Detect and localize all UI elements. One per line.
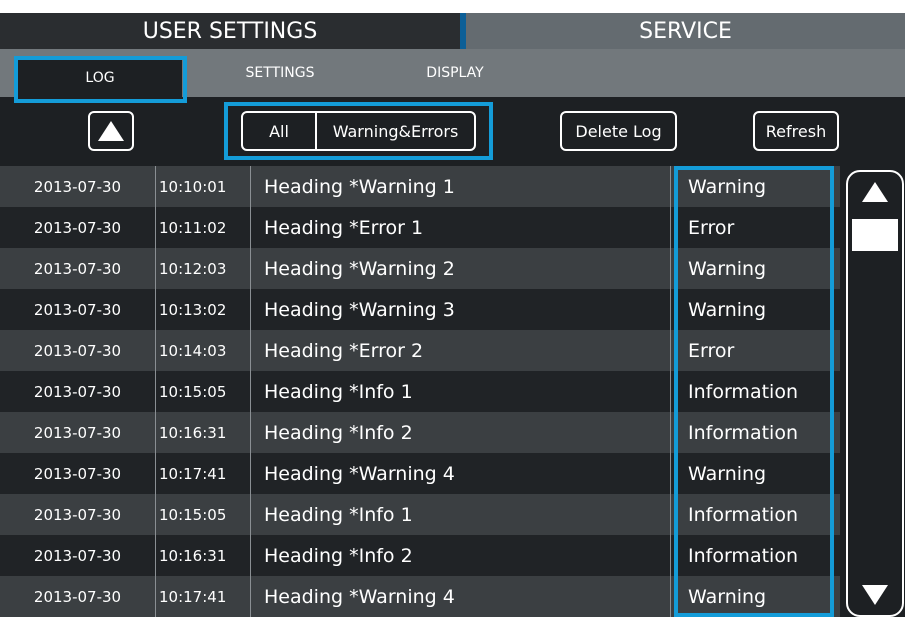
scrollbar[interactable] (846, 170, 904, 617)
table-row[interactable]: 2013-07-30 10:15:05 Heading *Info 1 Informa… (0, 371, 840, 412)
column-divider (670, 166, 671, 617)
service-log-screen: USER SETTINGS SERVICE LOG SETTINGS DISPL… (0, 13, 905, 617)
subtab-log[interactable]: LOG (18, 59, 182, 97)
table-row[interactable]: 2013-07-30 10:12:03 Heading *Warning 2 Warn… (0, 248, 840, 289)
subtab-settings[interactable]: SETTINGS (215, 49, 345, 97)
log-date: 2013-07-30 (33, 259, 122, 278)
table-row[interactable]: 2013-07-30 10:16:31 Heading *Info 2 Informa… (0, 535, 840, 576)
log-time: 10:11:02 (159, 218, 227, 237)
page-up-button[interactable] (88, 111, 134, 151)
log-type: Information (688, 380, 798, 403)
triangle-up-icon[interactable] (862, 182, 888, 202)
log-type: Warning (688, 175, 767, 198)
log-heading: Heading *Warning 4 (264, 585, 455, 608)
log-type: Warning (688, 585, 767, 608)
table-row[interactable]: 2013-07-30 10:17:41 Heading *Warning 4 Warn… (0, 576, 840, 617)
subtab-display[interactable]: DISPLAY (400, 49, 510, 97)
log-date: 2013-07-30 (33, 341, 122, 360)
log-type: Information (688, 544, 798, 567)
log-type: Warning (688, 298, 767, 321)
triangle-down-icon[interactable] (862, 585, 888, 605)
log-heading: Heading *Info 2 (264, 421, 413, 444)
log-time: 10:12:03 (159, 259, 227, 278)
log-type: Warning (688, 462, 767, 485)
log-date: 2013-07-30 (33, 177, 122, 196)
main-tabs: USER SETTINGS SERVICE (0, 13, 905, 49)
log-date: 2013-07-30 (33, 505, 122, 524)
log-date: 2013-07-30 (33, 382, 122, 401)
table-row[interactable]: 2013-07-30 10:11:02 Heading *Error 1 Error (0, 207, 840, 248)
log-heading: Heading *Warning 4 (264, 462, 455, 485)
filter-segmented-control: All Warning&Errors (241, 111, 476, 151)
scrollbar-thumb[interactable] (852, 219, 898, 251)
table-row[interactable]: 2013-07-30 10:14:03 Heading *Error 2 Error (0, 330, 840, 371)
log-type: Error (688, 339, 735, 362)
column-divider (155, 166, 156, 617)
log-time: 10:13:02 (159, 300, 227, 319)
log-heading: Heading *Warning 2 (264, 257, 455, 280)
log-date: 2013-07-30 (33, 218, 122, 237)
log-type: Error (688, 216, 735, 239)
table-row[interactable]: 2013-07-30 10:17:41 Heading *Warning 4 Warn… (0, 453, 840, 494)
refresh-button[interactable]: Refresh (753, 111, 839, 151)
log-time: 10:14:03 (159, 341, 227, 360)
table-row[interactable]: 2013-07-30 10:15:05 Heading *Info 1 Informa… (0, 494, 840, 535)
log-time: 10:17:41 (159, 464, 227, 483)
tab-user-settings[interactable]: USER SETTINGS (0, 13, 460, 49)
log-date: 2013-07-30 (33, 300, 122, 319)
log-heading: Heading *Warning 3 (264, 298, 455, 321)
log-heading: Heading *Info 2 (264, 544, 413, 567)
log-heading: Heading *Info 1 (264, 380, 413, 403)
log-date: 2013-07-30 (33, 464, 122, 483)
table-row[interactable]: 2013-07-30 10:10:01 Heading *Warning 1 Warn… (0, 166, 840, 207)
sub-tabs: LOG SETTINGS DISPLAY (0, 49, 905, 97)
log-type: Information (688, 421, 798, 444)
log-type: Warning (688, 257, 767, 280)
log-heading: Heading *Error 2 (264, 339, 424, 362)
log-time: 10:15:05 (159, 382, 227, 401)
log-time: 10:17:41 (159, 587, 227, 606)
filter-warnings-errors-button[interactable]: Warning&Errors (317, 113, 474, 149)
log-time: 10:16:31 (159, 423, 227, 442)
column-divider (250, 166, 251, 617)
triangle-up-icon (98, 121, 124, 141)
log-heading: Heading *Warning 1 (264, 175, 455, 198)
filter-all-button[interactable]: All (243, 113, 317, 149)
log-date: 2013-07-30 (33, 546, 122, 565)
tab-service[interactable]: SERVICE (466, 13, 905, 49)
log-date: 2013-07-30 (33, 423, 122, 442)
log-time: 10:10:01 (159, 177, 227, 196)
log-date: 2013-07-30 (33, 587, 122, 606)
table-row[interactable]: 2013-07-30 10:13:02 Heading *Warning 3 Warn… (0, 289, 840, 330)
log-time: 10:15:05 (159, 505, 227, 524)
log-heading: Heading *Error 1 (264, 216, 424, 239)
delete-log-button[interactable]: Delete Log (560, 111, 677, 151)
log-time: 10:16:31 (159, 546, 227, 565)
log-heading: Heading *Info 1 (264, 503, 413, 526)
log-type: Information (688, 503, 798, 526)
log-table: 2013-07-30 10:10:01 Heading *Warning 1 Warn… (0, 166, 840, 617)
table-row[interactable]: 2013-07-30 10:16:31 Heading *Info 2 Informa… (0, 412, 840, 453)
